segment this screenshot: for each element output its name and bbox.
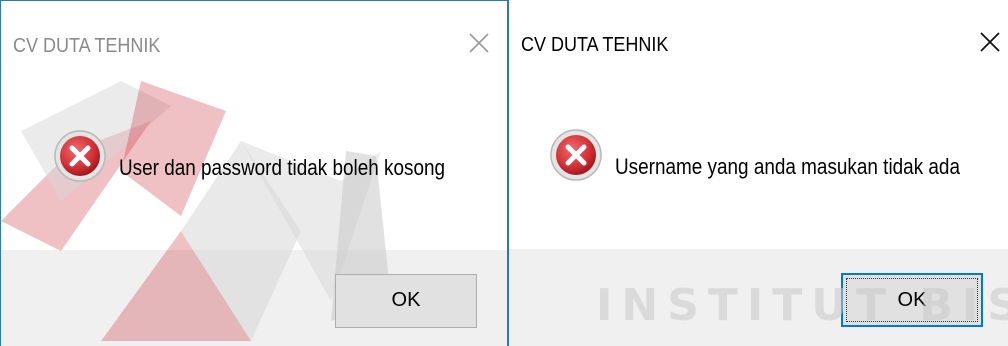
error-dialog-login-empty: CV DUTA TEHNIK User dan password tidak b… [0,0,508,346]
close-icon[interactable] [465,29,493,57]
error-icon [53,129,107,183]
dialog-divider [508,0,509,346]
dialog-titlebar: CV DUTA TEHNIK [1,1,507,57]
dialog-title: CV DUTA TEHNIK [521,34,669,56]
ok-button-label: OK [391,289,421,311]
dialog-title: CV DUTA TEHNIK [13,35,161,57]
close-icon[interactable] [976,28,1004,56]
screenshot-stage: CV DUTA TEHNIK User dan password tidak b… [0,0,1008,346]
ok-button[interactable]: OK [335,274,477,328]
error-dialog-user-not-found: CV DUTA TEHNIK Username yang anda masuka… [509,0,1008,346]
error-message: User dan password tidak boleh kosong [119,155,446,180]
ok-button-label: OK [897,289,927,311]
dialog-titlebar: CV DUTA TEHNIK [509,0,1008,56]
ok-button[interactable]: OK [841,273,983,327]
error-icon [549,128,603,182]
error-message: Username yang anda masukan tidak ada [615,154,960,179]
